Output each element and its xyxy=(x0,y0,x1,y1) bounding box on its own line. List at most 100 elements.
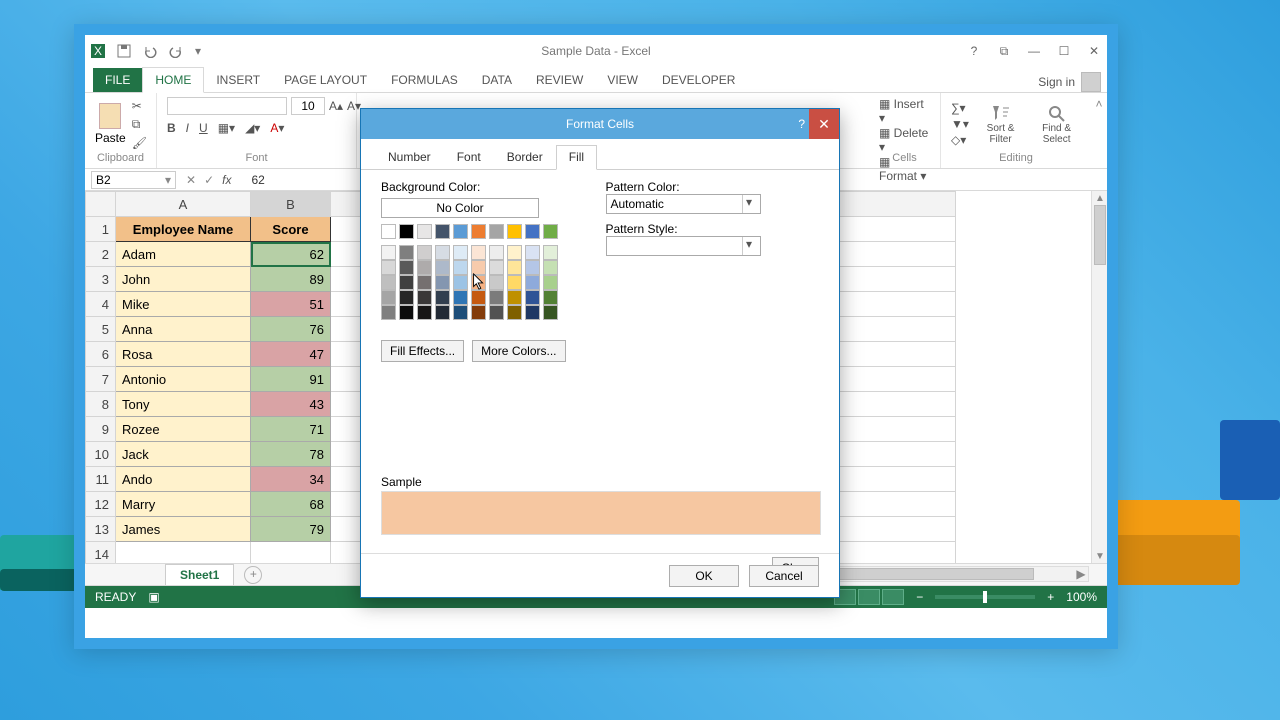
color-swatch[interactable] xyxy=(453,224,468,239)
color-swatch[interactable] xyxy=(381,275,396,290)
color-swatch[interactable] xyxy=(399,305,414,320)
more-colors-button[interactable]: More Colors... xyxy=(472,340,565,362)
close-icon[interactable]: ✕ xyxy=(1087,44,1101,59)
clear-icon[interactable]: ◇▾ xyxy=(951,133,969,147)
fill-effects-button[interactable]: Fill Effects... xyxy=(381,340,464,362)
find-select-button[interactable]: Find & Select xyxy=(1032,104,1081,145)
font-color-button[interactable]: A▾ xyxy=(270,121,284,135)
color-swatch[interactable] xyxy=(525,290,540,305)
help-icon[interactable]: ? xyxy=(967,44,981,59)
fill-color-button[interactable]: ◢▾ xyxy=(245,121,260,135)
dialog-title-bar[interactable]: Format Cells ? ✕ xyxy=(361,109,839,139)
color-swatch[interactable] xyxy=(453,305,468,320)
pattern-color-select[interactable]: Automatic▾ xyxy=(606,194,761,214)
qat-customize-icon[interactable]: ▾ xyxy=(195,44,201,58)
color-swatch[interactable] xyxy=(453,260,468,275)
color-swatch[interactable] xyxy=(525,224,540,239)
color-swatch[interactable] xyxy=(507,305,522,320)
color-swatch[interactable] xyxy=(507,245,522,260)
ribbon-display-icon[interactable]: ⧉ xyxy=(997,44,1011,59)
color-swatch[interactable] xyxy=(507,224,522,239)
color-swatch[interactable] xyxy=(507,260,522,275)
color-swatch[interactable] xyxy=(543,260,558,275)
delete-cells-button[interactable]: ▦ Delete ▾ xyxy=(879,126,930,154)
scroll-right-icon[interactable]: ▶ xyxy=(1074,567,1088,581)
dialog-tab-font[interactable]: Font xyxy=(444,145,494,169)
view-page-layout-button[interactable] xyxy=(858,589,880,605)
tab-developer[interactable]: DEVELOPER xyxy=(650,68,747,92)
color-swatch[interactable] xyxy=(489,224,504,239)
zoom-level[interactable]: 100% xyxy=(1066,590,1097,604)
dialog-close-icon[interactable]: ✕ xyxy=(809,109,839,139)
save-icon[interactable] xyxy=(117,44,131,58)
tab-file[interactable]: FILE xyxy=(93,68,142,92)
color-swatch[interactable] xyxy=(417,260,432,275)
scroll-down-icon[interactable]: ▼ xyxy=(1095,551,1105,561)
color-swatch[interactable] xyxy=(399,290,414,305)
color-swatch[interactable] xyxy=(435,224,450,239)
format-painter-icon[interactable]: 🖌 xyxy=(132,136,147,150)
color-swatch[interactable] xyxy=(399,275,414,290)
color-swatch[interactable] xyxy=(417,245,432,260)
font-size-select[interactable]: 10 xyxy=(291,97,325,115)
pattern-style-select[interactable]: ▾ xyxy=(606,236,761,256)
dialog-tab-fill[interactable]: Fill xyxy=(556,145,597,170)
cancel-button[interactable]: Cancel xyxy=(749,565,819,587)
color-swatch[interactable] xyxy=(417,290,432,305)
sign-in[interactable]: Sign in xyxy=(1038,72,1107,92)
redo-icon[interactable] xyxy=(169,44,183,58)
scroll-up-icon[interactable]: ▲ xyxy=(1095,193,1105,203)
color-swatch[interactable] xyxy=(381,305,396,320)
tab-view[interactable]: VIEW xyxy=(595,68,650,92)
color-swatch[interactable] xyxy=(381,290,396,305)
color-swatch[interactable] xyxy=(399,245,414,260)
enter-formula-icon[interactable]: ✓ xyxy=(204,173,214,187)
cancel-formula-icon[interactable]: ✕ xyxy=(186,173,196,187)
insert-cells-button[interactable]: ▦ Insert ▾ xyxy=(879,97,930,125)
tab-data[interactable]: DATA xyxy=(470,68,524,92)
maximize-icon[interactable]: ☐ xyxy=(1057,44,1071,59)
dialog-tab-border[interactable]: Border xyxy=(494,145,556,169)
name-box[interactable]: B2▾ xyxy=(91,171,176,189)
copy-icon[interactable]: ⧉ xyxy=(132,117,147,132)
autosum-icon[interactable]: ∑▾ xyxy=(951,101,969,115)
zoom-in-icon[interactable]: + xyxy=(1047,590,1054,604)
color-swatch[interactable] xyxy=(435,275,450,290)
color-swatch[interactable] xyxy=(489,245,504,260)
color-swatch[interactable] xyxy=(543,275,558,290)
color-swatch[interactable] xyxy=(507,275,522,290)
color-swatch[interactable] xyxy=(525,275,540,290)
paste-button[interactable]: Paste xyxy=(95,103,126,145)
color-swatch[interactable] xyxy=(525,305,540,320)
color-swatch[interactable] xyxy=(381,224,396,239)
dialog-tab-number[interactable]: Number xyxy=(375,145,444,169)
collapse-ribbon-icon[interactable]: ˄ xyxy=(1091,93,1107,168)
underline-button[interactable]: U xyxy=(199,121,208,135)
color-swatch[interactable] xyxy=(489,275,504,290)
color-swatch[interactable] xyxy=(543,290,558,305)
color-swatch[interactable] xyxy=(399,260,414,275)
color-swatch[interactable] xyxy=(417,305,432,320)
color-swatch[interactable] xyxy=(435,290,450,305)
color-swatch[interactable] xyxy=(399,224,414,239)
undo-icon[interactable] xyxy=(143,44,157,58)
tab-review[interactable]: REVIEW xyxy=(524,68,595,92)
color-swatch[interactable] xyxy=(453,290,468,305)
color-swatch[interactable] xyxy=(507,290,522,305)
tab-formulas[interactable]: FORMULAS xyxy=(379,68,470,92)
bold-button[interactable]: B xyxy=(167,121,176,135)
color-swatch[interactable] xyxy=(435,305,450,320)
color-swatch[interactable] xyxy=(435,260,450,275)
minimize-icon[interactable]: — xyxy=(1027,44,1041,59)
tab-insert[interactable]: INSERT xyxy=(204,68,272,92)
font-name-select[interactable] xyxy=(167,97,287,115)
view-page-break-button[interactable] xyxy=(882,589,904,605)
new-sheet-button[interactable]: + xyxy=(244,566,262,584)
color-swatch[interactable] xyxy=(543,305,558,320)
color-swatch[interactable] xyxy=(417,275,432,290)
color-swatch[interactable] xyxy=(489,305,504,320)
color-swatch[interactable] xyxy=(543,224,558,239)
color-swatch[interactable] xyxy=(525,260,540,275)
cut-icon[interactable]: ✂ xyxy=(132,99,147,113)
color-swatch[interactable] xyxy=(489,290,504,305)
